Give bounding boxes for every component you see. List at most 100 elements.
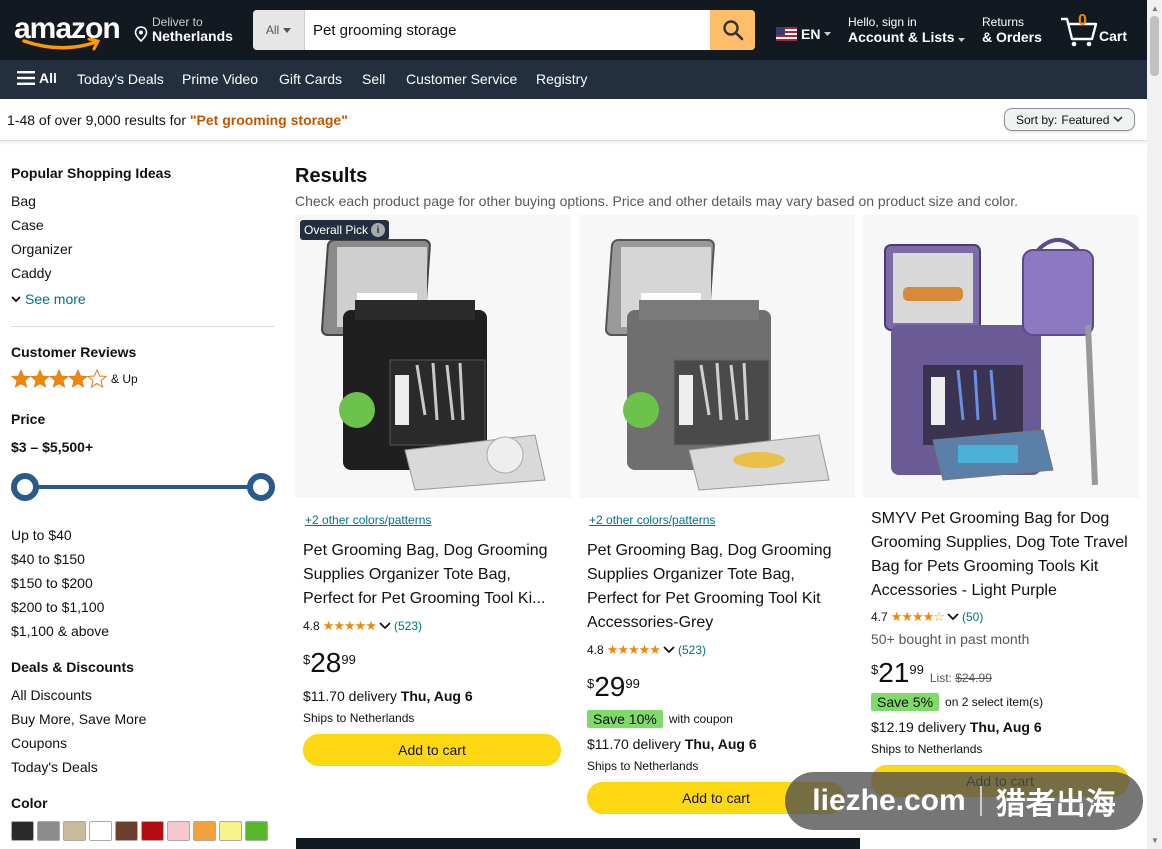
product-rating[interactable]: 4.8 ★★★★★ (523) xyxy=(303,618,422,634)
color-swatch[interactable] xyxy=(193,821,216,841)
delivery-date: Thu, Aug 6 xyxy=(684,736,757,752)
search-category-dropdown[interactable]: All xyxy=(253,10,305,50)
returns-label: Returns xyxy=(982,15,1025,29)
product-price[interactable]: $ 29 99 xyxy=(587,672,640,702)
info-icon[interactable]: i xyxy=(371,223,386,237)
page-scrollbar[interactable]: ▲ ▼ xyxy=(1147,0,1162,849)
product-image[interactable] xyxy=(579,215,855,498)
language-selector[interactable]: EN xyxy=(776,26,832,42)
hamburger-icon xyxy=(17,71,35,85)
rating-stars-icon: ★★★★★ xyxy=(322,618,377,633)
price-heading: Price xyxy=(11,411,46,427)
delivery-price: $12.19 delivery xyxy=(871,719,970,735)
price-slider-max-handle[interactable] xyxy=(247,473,275,501)
sort-dropdown[interactable]: Sort by: Featured xyxy=(1004,108,1135,131)
see-more-link[interactable]: See more xyxy=(11,291,86,307)
price-symbol: $ xyxy=(303,652,311,667)
watermark: liezhe.com 猎者出海 xyxy=(785,772,1143,830)
review-count[interactable]: (523) xyxy=(394,619,422,633)
scrollbar-thumb[interactable] xyxy=(1150,16,1159,76)
price-range-label: $3 – $5,500+ xyxy=(11,439,94,455)
price-fraction: 99 xyxy=(341,652,356,667)
search-bar: All xyxy=(253,10,755,50)
price-up-to-40[interactable]: Up to $40 xyxy=(11,527,72,543)
amazon-logo[interactable]: amazon xyxy=(14,12,121,52)
popular-idea-case[interactable]: Case xyxy=(11,217,44,233)
color-swatch[interactable] xyxy=(219,821,242,841)
price-200-to-1100[interactable]: $200 to $1,100 xyxy=(11,599,104,615)
other-colors-link[interactable]: +2 other colors/patterns xyxy=(305,513,431,527)
nav-sell[interactable]: Sell xyxy=(362,71,385,87)
product-title[interactable]: SMYV Pet Grooming Bag for Dog Grooming S… xyxy=(871,507,1133,603)
sort-label: Sort by: xyxy=(1016,112,1058,127)
deliver-label: Deliver to xyxy=(152,15,203,29)
color-swatch[interactable] xyxy=(245,821,268,841)
price-slider-track xyxy=(25,485,262,489)
scroll-down-arrow-icon[interactable]: ▼ xyxy=(1151,836,1159,845)
caret-down-icon xyxy=(283,27,292,33)
price-40-to-150[interactable]: $40 to $150 xyxy=(11,551,85,567)
price-150-to-200[interactable]: $150 to $200 xyxy=(11,575,93,591)
caret-down-icon xyxy=(958,38,966,42)
product-title[interactable]: Pet Grooming Bag, Dog Grooming Supplies … xyxy=(303,539,565,611)
account-label-text: Account & Lists xyxy=(848,29,955,45)
product-rating[interactable]: 4.8 ★★★★★ (523) xyxy=(587,642,706,658)
nav-customer-service[interactable]: Customer Service xyxy=(406,71,517,87)
price-slider[interactable] xyxy=(11,473,275,501)
price-slider-min-handle[interactable] xyxy=(11,473,39,501)
price-whole: 21 xyxy=(878,657,910,688)
all-menu-button[interactable]: All xyxy=(17,70,57,86)
color-swatch[interactable] xyxy=(89,821,112,841)
save-tag: Save 5% xyxy=(871,693,940,711)
chevron-down-icon xyxy=(947,613,959,621)
color-swatch[interactable] xyxy=(37,821,60,841)
price-1100-above[interactable]: $1,100 & above xyxy=(11,623,109,639)
returns-orders[interactable]: Returns & Orders xyxy=(982,15,1042,45)
bought-in-past-month: 50+ bought in past month xyxy=(871,631,1030,647)
color-swatch[interactable] xyxy=(167,821,190,841)
watermark-latin: liezhe.com xyxy=(812,784,966,817)
product-image[interactable] xyxy=(863,215,1139,498)
product-image[interactable]: Overall Pick i xyxy=(295,215,571,498)
chevron-down-icon xyxy=(663,646,675,654)
popular-idea-bag[interactable]: Bag xyxy=(11,193,36,209)
save-offer[interactable]: Save 5% on 2 select item(s) xyxy=(871,693,1043,711)
add-to-cart-button[interactable]: Add to cart xyxy=(303,734,561,766)
nav-registry[interactable]: Registry xyxy=(536,71,587,87)
overall-pick-badge: Overall Pick i xyxy=(300,220,390,240)
ships-to: Ships to Netherlands xyxy=(587,759,699,773)
review-count[interactable]: (523) xyxy=(678,643,706,657)
deal-coupons[interactable]: Coupons xyxy=(11,735,67,751)
search-submit-button[interactable] xyxy=(710,10,755,50)
nav-gift-cards[interactable]: Gift Cards xyxy=(279,71,342,87)
other-colors-link[interactable]: +2 other colors/patterns xyxy=(589,513,715,527)
reviews-filter-4-up[interactable]: & Up xyxy=(11,369,138,389)
cart-label: Cart xyxy=(1099,28,1128,44)
product-price[interactable]: $ 28 99 xyxy=(303,648,356,678)
cart-button[interactable]: 0 Cart xyxy=(1060,12,1136,48)
deal-buy-more-save-more[interactable]: Buy More, Save More xyxy=(11,711,146,727)
account-lists[interactable]: Hello, sign in Account & Lists xyxy=(848,15,966,45)
deal-all-discounts[interactable]: All Discounts xyxy=(11,687,92,703)
review-count[interactable]: (50) xyxy=(962,610,983,624)
list-price: List: $24.99 xyxy=(930,671,992,685)
product-price[interactable]: $ 21 99 List: $24.99 xyxy=(871,658,992,688)
scroll-up-arrow-icon[interactable]: ▲ xyxy=(1151,4,1159,13)
price-symbol: $ xyxy=(587,676,595,691)
color-swatch[interactable] xyxy=(11,821,34,841)
nav-prime-video[interactable]: Prime Video xyxy=(182,71,258,87)
popular-idea-caddy[interactable]: Caddy xyxy=(11,265,51,281)
color-swatch[interactable] xyxy=(115,821,138,841)
see-more-label: See more xyxy=(25,291,86,307)
search-input[interactable] xyxy=(305,10,711,50)
deal-todays-deals[interactable]: Today's Deals xyxy=(11,759,98,775)
color-swatch[interactable] xyxy=(63,821,86,841)
color-swatch[interactable] xyxy=(141,821,164,841)
nav-todays-deals[interactable]: Today's Deals xyxy=(77,71,164,87)
star-rating-icon xyxy=(11,369,107,389)
coupon-offer[interactable]: Save 10% with coupon xyxy=(587,710,733,728)
popular-idea-organizer[interactable]: Organizer xyxy=(11,241,72,257)
product-title[interactable]: Pet Grooming Bag, Dog Grooming Supplies … xyxy=(587,539,849,635)
product-rating[interactable]: 4.7 ★★★★☆ (50) xyxy=(871,609,983,625)
product-card: Overall Pick i +2 other colors/patterns … xyxy=(295,215,571,827)
